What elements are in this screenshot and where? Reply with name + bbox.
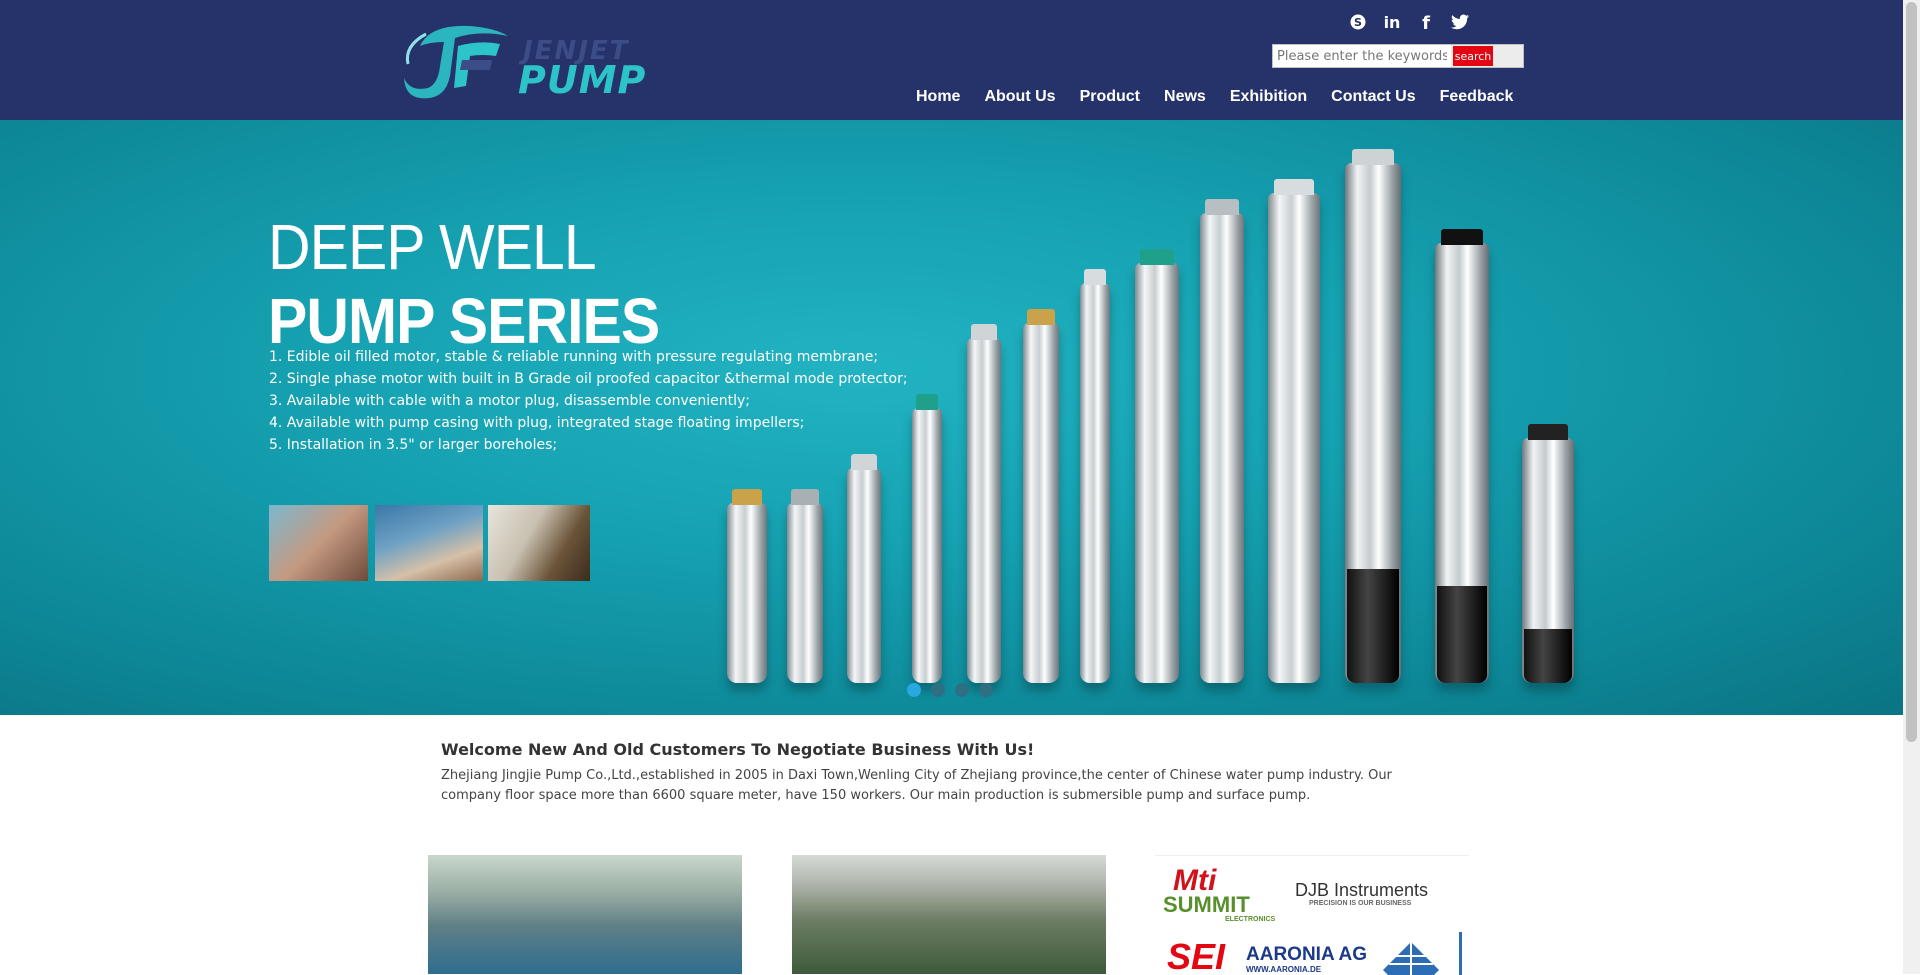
jenjet-pump-logo[interactable]: JENJET PUMP xyxy=(400,16,645,106)
main-nav: Home About Us Product News Exhibition Co… xyxy=(916,88,1537,106)
nav-feedback[interactable]: Feedback xyxy=(1440,88,1514,106)
partner-aaronia-logo: AARONIA AG xyxy=(1246,944,1368,965)
search-box: search xyxy=(1272,44,1524,68)
pump-image xyxy=(787,489,823,683)
facebook-icon[interactable]: f xyxy=(1416,12,1436,32)
svg-text:in: in xyxy=(1384,13,1401,31)
pump-image xyxy=(912,394,942,683)
nav-news[interactable]: News xyxy=(1164,88,1206,106)
nav-home[interactable]: Home xyxy=(916,88,960,106)
logo-emblem-icon xyxy=(404,25,508,99)
carousel-dot-3[interactable] xyxy=(955,683,969,697)
pump-image xyxy=(1200,199,1244,683)
pump-image xyxy=(1435,229,1489,683)
linkedin-icon[interactable]: in xyxy=(1382,12,1402,32)
banner-title-line1: DEEP WELL xyxy=(268,211,597,283)
partner-sei-logo: SEI xyxy=(1167,936,1226,975)
partner-summit-sub: ELECTRONICS xyxy=(1225,916,1276,923)
welcome-title: Welcome New And Old Customers To Negotia… xyxy=(441,740,1035,759)
nav-product[interactable]: Product xyxy=(1080,88,1140,106)
partner-summit-logo: SUMMIT xyxy=(1163,892,1250,917)
pump-lineup-image xyxy=(715,120,1595,715)
carousel-dots xyxy=(907,683,993,697)
partner-djb-sub: PRECISION IS OUR BUSINESS xyxy=(1309,900,1412,907)
thumbnail-faucet xyxy=(488,505,590,581)
search-input[interactable] xyxy=(1273,45,1451,67)
factory-image-2[interactable] xyxy=(792,855,1106,974)
carousel-dot-4[interactable] xyxy=(979,683,993,697)
page-scrollbar[interactable] xyxy=(1903,0,1920,974)
pump-image xyxy=(967,324,1001,683)
partner-globe-logo-icon xyxy=(1383,942,1439,975)
carousel-dot-1[interactable] xyxy=(907,683,921,697)
skype-icon[interactable]: S xyxy=(1348,12,1368,32)
partner-divider xyxy=(1459,932,1462,975)
pump-image xyxy=(727,489,767,683)
pump-image xyxy=(1345,149,1401,683)
pump-image xyxy=(847,454,881,683)
social-links: S in f xyxy=(1348,12,1470,32)
thumbnail-people-water xyxy=(375,505,483,581)
hero-banner[interactable]: DEEP WELL PUMP SERIES 1. Edible oil fill… xyxy=(0,120,1903,715)
pump-image xyxy=(1268,179,1320,683)
partner-logos[interactable]: Mti SUMMIT ELECTRONICS DJB Instruments P… xyxy=(1155,855,1469,975)
nav-about-us[interactable]: About Us xyxy=(984,88,1055,106)
partner-djb-logo: DJB Instruments xyxy=(1295,880,1429,900)
banner-title: DEEP WELL PUMP SERIES xyxy=(268,210,693,358)
svg-text:S: S xyxy=(1354,16,1362,29)
svg-text:f: f xyxy=(1422,13,1430,31)
scrollbar-thumb[interactable] xyxy=(1906,2,1917,742)
welcome-text: Zhejiang Jingjie Pump Co.,Ltd.,establish… xyxy=(441,768,1392,803)
search-button[interactable]: search xyxy=(1453,46,1493,66)
site-header: JENJET PUMP S in f search Home About Us … xyxy=(0,0,1903,120)
factory-image-1[interactable] xyxy=(428,855,742,974)
nav-exhibition[interactable]: Exhibition xyxy=(1230,88,1307,106)
pump-image xyxy=(1522,424,1574,683)
pump-image xyxy=(1080,269,1110,683)
logo-text-pump: PUMP xyxy=(518,58,647,102)
twitter-icon[interactable] xyxy=(1450,12,1470,32)
partner-aaronia-sub: WWW.AARONIA.DE xyxy=(1246,965,1322,974)
thumbnail-water-splash xyxy=(269,505,368,581)
nav-contact-us[interactable]: Contact Us xyxy=(1331,88,1415,106)
pump-image xyxy=(1135,249,1179,683)
carousel-dot-2[interactable] xyxy=(931,683,945,697)
pump-image xyxy=(1023,309,1059,683)
